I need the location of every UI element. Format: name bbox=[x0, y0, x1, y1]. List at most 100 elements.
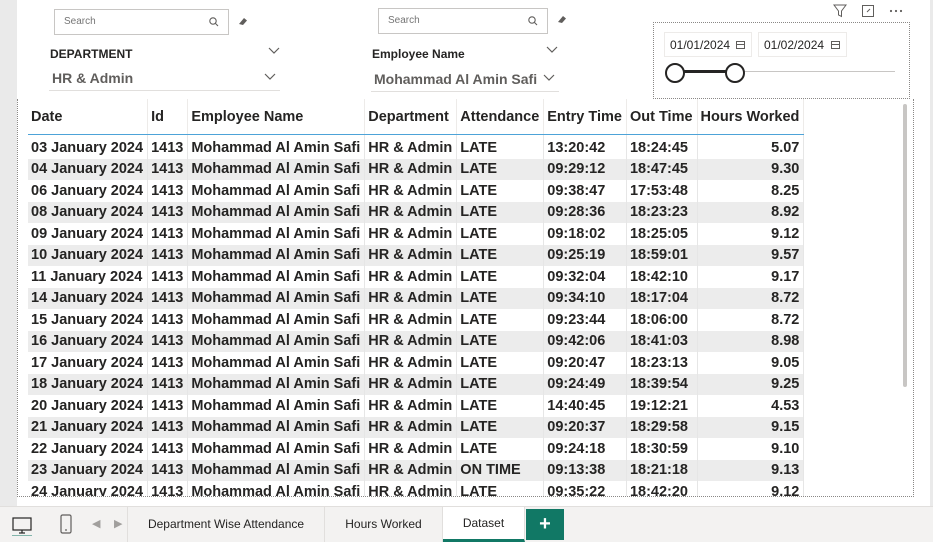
filter-icon[interactable] bbox=[833, 4, 847, 18]
table-cell: 18:25:05 bbox=[626, 223, 698, 245]
vertical-scrollbar[interactable] bbox=[903, 104, 907, 387]
start-date-value: 01/01/2024 bbox=[670, 38, 731, 52]
table-cell: 9.57 bbox=[697, 244, 805, 266]
table-cell: 09:34:10 bbox=[543, 287, 627, 309]
tab-hours-worked[interactable]: Hours Worked bbox=[325, 507, 443, 542]
table-cell: ON TIME bbox=[456, 459, 545, 481]
table-row[interactable]: 06 January 2024 1413 Mohammad Al Amin Safi… bbox=[28, 180, 805, 202]
table-cell: HR & Admin bbox=[364, 180, 458, 202]
more-options-icon[interactable] bbox=[889, 4, 903, 18]
calendar-icon[interactable] bbox=[831, 41, 840, 49]
chevron-down-icon[interactable] bbox=[268, 47, 280, 55]
table-row[interactable]: 17 January 2024 1413 Mohammad Al Amin Safi… bbox=[28, 352, 805, 374]
table-cell: 18:39:54 bbox=[626, 373, 698, 395]
table-cell: Mohammad Al Amin Safi bbox=[187, 416, 366, 438]
table-cell: 09:24:49 bbox=[543, 373, 627, 395]
table-cell: Mohammad Al Amin Safi bbox=[187, 180, 366, 202]
clear-selections-icon[interactable] bbox=[556, 13, 568, 25]
table-cell: 09:24:18 bbox=[543, 438, 627, 460]
table-cell: 9.10 bbox=[697, 438, 805, 460]
table-cell: 06 January 2024 bbox=[28, 180, 149, 202]
date-slider-end-handle[interactable] bbox=[724, 63, 745, 83]
table-cell: 9.13 bbox=[697, 459, 805, 481]
dataset-table: Date Id Employee Name Department Attendance E… bbox=[28, 99, 805, 496]
table-row[interactable]: 03 January 2024 1413 Mohammad Al Amin Safi… bbox=[28, 134, 805, 159]
column-header[interactable]: Employee Name bbox=[187, 99, 366, 135]
table-row[interactable]: 24 January 2024 1413 Mohammad Al Amin Safi… bbox=[28, 481, 805, 496]
table-cell: 09:18:02 bbox=[543, 223, 627, 245]
previous-page-arrow-icon[interactable]: ◀ bbox=[92, 517, 100, 530]
clear-selections-icon[interactable] bbox=[237, 15, 249, 27]
table-cell: HR & Admin bbox=[364, 201, 458, 223]
table-cell: Mohammad Al Amin Safi bbox=[187, 395, 366, 417]
column-header[interactable]: Department bbox=[364, 99, 458, 135]
table-cell: Mohammad Al Amin Safi bbox=[187, 266, 366, 288]
table-cell: 09:20:37 bbox=[543, 416, 627, 438]
table-cell: 1413 bbox=[147, 352, 189, 374]
calendar-icon[interactable] bbox=[736, 41, 745, 49]
mobile-layout-icon[interactable] bbox=[59, 513, 73, 535]
table-cell: HR & Admin bbox=[364, 352, 458, 374]
table-cell: Mohammad Al Amin Safi bbox=[187, 309, 366, 331]
table-row[interactable]: 15 January 2024 1413 Mohammad Al Amin Safi… bbox=[28, 309, 805, 331]
table-cell: 1413 bbox=[147, 134, 189, 159]
table-cell: 18:42:10 bbox=[626, 266, 698, 288]
department-dropdown[interactable]: HR & Admin bbox=[49, 65, 280, 91]
table-cell: LATE bbox=[456, 395, 545, 417]
desktop-layout-icon[interactable] bbox=[11, 514, 33, 536]
start-date-input[interactable]: 01/01/2024 bbox=[664, 32, 752, 57]
column-header[interactable]: Date bbox=[28, 99, 149, 135]
table-row[interactable]: 08 January 2024 1413 Mohammad Al Amin Safi… bbox=[28, 201, 805, 223]
table-cell: Mohammad Al Amin Safi bbox=[187, 223, 366, 245]
focus-mode-icon[interactable] bbox=[861, 4, 875, 18]
table-cell: 8.92 bbox=[697, 201, 805, 223]
table-cell: 09:13:38 bbox=[543, 459, 627, 481]
table-row[interactable]: 22 January 2024 1413 Mohammad Al Amin Safi… bbox=[28, 438, 805, 460]
department-search-box[interactable] bbox=[54, 9, 229, 35]
table-cell: 1413 bbox=[147, 395, 189, 417]
table-cell: 1413 bbox=[147, 201, 189, 223]
table-cell: LATE bbox=[456, 330, 545, 352]
column-header[interactable]: Id bbox=[147, 99, 189, 135]
table-cell: 1413 bbox=[147, 244, 189, 266]
table-cell: 09:32:04 bbox=[543, 266, 627, 288]
table-cell: LATE bbox=[456, 481, 545, 496]
table-cell: LATE bbox=[456, 201, 545, 223]
column-header[interactable]: Hours Worked bbox=[697, 99, 805, 135]
table-cell: 10 January 2024 bbox=[28, 244, 149, 266]
date-slider-start-handle[interactable] bbox=[665, 63, 685, 83]
table-cell: 1413 bbox=[147, 373, 189, 395]
employee-search-input[interactable] bbox=[388, 15, 538, 26]
end-date-value: 01/02/2024 bbox=[764, 38, 825, 52]
table-row[interactable]: 04 January 2024 1413 Mohammad Al Amin Safi… bbox=[28, 158, 805, 180]
table-row[interactable]: 23 January 2024 1413 Mohammad Al Amin Safi… bbox=[28, 459, 805, 481]
table-row[interactable]: 14 January 2024 1413 Mohammad Al Amin Safi… bbox=[28, 287, 805, 309]
table-cell: 1413 bbox=[147, 438, 189, 460]
table-row[interactable]: 09 January 2024 1413 Mohammad Al Amin Safi… bbox=[28, 223, 805, 245]
tab-dataset[interactable]: Dataset bbox=[443, 507, 525, 542]
table-row[interactable]: 10 January 2024 1413 Mohammad Al Amin Safi… bbox=[28, 244, 805, 266]
table-row[interactable]: 20 January 2024 1413 Mohammad Al Amin Safi… bbox=[28, 395, 805, 417]
table-row[interactable]: 21 January 2024 1413 Mohammad Al Amin Safi… bbox=[28, 416, 805, 438]
table-row[interactable]: 16 January 2024 1413 Mohammad Al Amin Safi… bbox=[28, 330, 805, 352]
column-header[interactable]: Attendance bbox=[456, 99, 545, 135]
chevron-down-icon[interactable] bbox=[546, 46, 558, 54]
table-row[interactable]: 11 January 2024 1413 Mohammad Al Amin Safi… bbox=[28, 266, 805, 288]
table-cell: 9.12 bbox=[697, 481, 805, 496]
next-page-arrow-icon[interactable]: ▶ bbox=[114, 517, 122, 530]
table-cell: 1413 bbox=[147, 223, 189, 245]
table-cell: 18:42:20 bbox=[626, 481, 698, 496]
add-page-button[interactable]: + bbox=[526, 509, 564, 540]
table-cell: Mohammad Al Amin Safi bbox=[187, 330, 366, 352]
table-cell: LATE bbox=[456, 266, 545, 288]
column-header[interactable]: Entry Time bbox=[543, 99, 627, 135]
table-row[interactable]: 18 January 2024 1413 Mohammad Al Amin Safi… bbox=[28, 373, 805, 395]
tab-department-wise-attendance[interactable]: Department Wise Attendance bbox=[127, 507, 325, 542]
employee-search-box[interactable] bbox=[378, 8, 548, 34]
table-header-row: Date Id Employee Name Department Attendance E… bbox=[28, 99, 805, 135]
column-header[interactable]: Out Time bbox=[626, 99, 698, 135]
table-cell: 9.25 bbox=[697, 373, 805, 395]
end-date-input[interactable]: 01/02/2024 bbox=[758, 32, 847, 57]
employee-dropdown[interactable]: Mohammad Al Amin Safi bbox=[371, 66, 559, 92]
department-search-input[interactable] bbox=[64, 16, 214, 27]
